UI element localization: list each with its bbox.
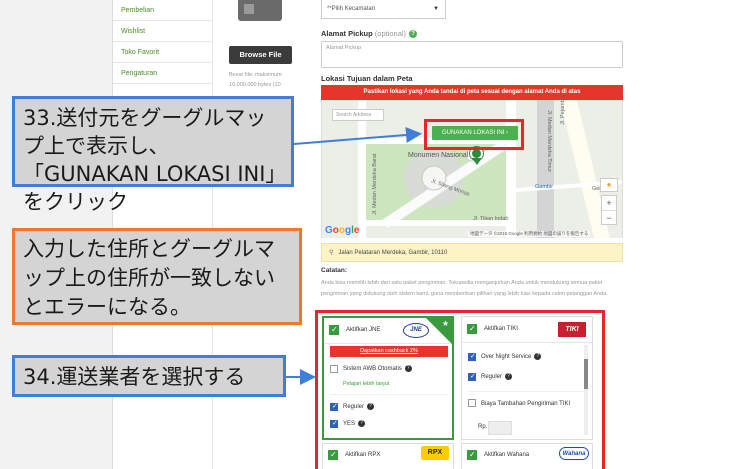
arrow-to-use-location bbox=[293, 126, 422, 145]
annotation-arrows bbox=[286, 126, 422, 385]
